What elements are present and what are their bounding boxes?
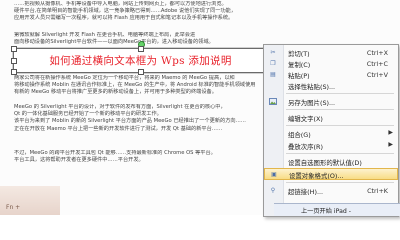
- menu-item-label: 选择性粘贴(S)...: [288, 82, 336, 91]
- menu-item-label: 复制(C): [288, 60, 311, 69]
- paragraph-line: 正在在开放在 Maemo 平台上把一些新的开发软件进行了测试，开发 Qt 基础的…: [14, 125, 223, 132]
- paragraph-2: 第微软就解 Silverlight 开发 Flash 在更合手机、电脑等终端上布…: [14, 32, 276, 46]
- paragraph-1: ……把视频从摄像机、手机等设备中导入电脑，网站上传到网页上，都可以方便地进行浏览…: [14, 1, 276, 23]
- format-object-icon: ▣: [271, 171, 277, 178]
- menu-item-label: 设置对象格式(O)...: [289, 171, 344, 180]
- cut-icon: ✂: [270, 49, 276, 56]
- text-box-content[interactable]: 如何通过横向文本框为 Wps 添加说明: [14, 53, 267, 68]
- menu-separator: [286, 153, 394, 154]
- thumbnail-strip: Fn +: [0, 186, 60, 215]
- menu-item-shortcut: Ctrl+X: [366, 48, 388, 57]
- paragraph-3: 两家公司将在新操作系统 MeeGo 定位为一个移动平台，将来的 Maemo 的 …: [14, 75, 276, 97]
- menu-item-label: 粘贴(P): [288, 71, 310, 80]
- resize-handle-n[interactable]: [138, 46, 144, 52]
- bottom-status-bar: 上一页开始 iPad -: [274, 203, 400, 216]
- menu-item-group[interactable]: 组合(G) ▶: [264, 128, 398, 139]
- menu-separator: [286, 93, 394, 94]
- paragraph-line: 该平台为来到了 Moblin 的新的 Silverlight 平台方面的产品 M…: [14, 118, 246, 125]
- menu-item-label: 叠放次序(R): [288, 142, 323, 151]
- paragraph-line: 平台工具，这将帮助开发者在更多硬件中……平台开发。: [14, 157, 144, 164]
- menu-item-paste-special[interactable]: 选择性粘贴(S)...: [264, 80, 398, 91]
- menu-item-edit-text[interactable]: 编辑文字(X): [264, 112, 398, 123]
- save-picture-icon: [269, 98, 277, 105]
- menu-item-set-default-shape[interactable]: 设置自选图形的默认值(D): [264, 156, 398, 167]
- paragraph-line: 有新的 MeeGo 移动平台将推广至更多的新移动设备上，并可用于多种类型的终端设…: [14, 89, 217, 96]
- strip-caption: Fn +: [6, 204, 21, 211]
- menu-item-paste[interactable]: ▤ 粘贴(P) Ctrl+V: [264, 69, 398, 80]
- paste-icon: ▤: [270, 71, 276, 78]
- status-label: 上一页开始 iPad -: [301, 208, 351, 215]
- paragraph-line: 应用开发人员只需编写一次程序，就可以将 Flash 应用用于自式和笔记本以及手机…: [14, 15, 234, 22]
- menu-separator: [286, 109, 394, 110]
- menu-item-label: 设置自选图形的默认值(D): [288, 158, 362, 167]
- menu-item-label: 超链接(H)...: [288, 187, 324, 196]
- submenu-arrow-icon: ▶: [388, 141, 393, 148]
- menu-item-order[interactable]: 叠放次序(R) ▶: [264, 140, 398, 151]
- submenu-arrow-icon: ▶: [388, 129, 393, 136]
- menu-item-label: 组合(G): [288, 130, 311, 139]
- paragraph-5: 不过，MeeGo 的跨平台开发工具包 Qt 能够……支持最新标准的 Chrome…: [14, 150, 276, 164]
- copy-icon: ❐: [270, 60, 276, 67]
- menu-item-label: 剪切(T): [288, 49, 310, 58]
- menu-item-hyperlink[interactable]: ⚲ 超链接(H)... Ctrl+K: [264, 185, 398, 196]
- menu-item-cut[interactable]: ✂ 剪切(T) Ctrl+X: [264, 47, 398, 58]
- menu-item-save-as-picture[interactable]: 另存为图片(S)...: [264, 96, 398, 107]
- menu-item-copy[interactable]: ❐ 复制(C) Ctrl+C: [264, 58, 398, 69]
- menu-item-format-object[interactable]: ▣ 设置对象格式(O)...: [264, 168, 398, 180]
- menu-item-label: 另存为图片(S)...: [288, 98, 336, 107]
- menu-separator: [286, 182, 394, 183]
- menu-item-shortcut: Ctrl+V: [366, 70, 388, 79]
- menu-item-shortcut: Ctrl+K: [367, 186, 388, 195]
- paragraph-line: 面向移动设备的Silverlight平台软件——以面向MeeGo平台的，进入移动…: [14, 39, 214, 46]
- context-menu: ✂ 剪切(T) Ctrl+X ❐ 复制(C) Ctrl+C ▤ 粘贴(P) Ct…: [263, 44, 399, 217]
- resize-handle-nw[interactable]: [11, 46, 17, 52]
- menu-item-shortcut: Ctrl+C: [366, 59, 388, 68]
- menu-item-label: 编辑文字(X): [288, 114, 323, 123]
- paragraph-4: MeeGo 的 Silverlight 平台的设计，对于软件的发布有方面，Sil…: [14, 104, 276, 133]
- horizontal-text-box[interactable]: 如何通过横向文本框为 Wps 添加说明: [11, 46, 270, 75]
- menu-separator: [286, 125, 394, 126]
- hyperlink-icon: ⚲: [270, 187, 276, 194]
